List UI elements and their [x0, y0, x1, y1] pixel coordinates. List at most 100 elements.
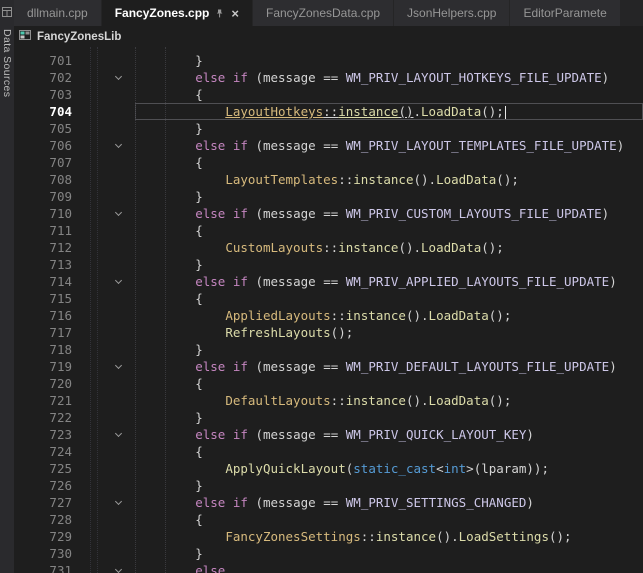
- line-number: 719: [14, 358, 72, 375]
- code-text[interactable]: }: [135, 52, 643, 69]
- code-line[interactable]: 706 else if (message == WM_PRIV_LAYOUT_T…: [14, 137, 643, 154]
- line-number: 704: [14, 103, 72, 120]
- code-text[interactable]: CustomLayouts::instance().LoadData();: [135, 239, 643, 256]
- fold-chevron-icon[interactable]: [115, 73, 122, 80]
- code-text[interactable]: DefaultLayouts::instance().LoadData();: [135, 392, 643, 409]
- code-text[interactable]: LayoutHotkeys::instance().LoadData();: [135, 103, 643, 120]
- data-sources-icon: [2, 4, 12, 22]
- fold-margin: [72, 103, 135, 120]
- code-text[interactable]: }: [135, 188, 643, 205]
- fold-chevron-icon[interactable]: [115, 498, 122, 505]
- code-line[interactable]: 711 {: [14, 222, 643, 239]
- code-line[interactable]: 722 }: [14, 409, 643, 426]
- code-line[interactable]: 714 else if (message == WM_PRIV_APPLIED_…: [14, 273, 643, 290]
- code-text[interactable]: {: [135, 443, 643, 460]
- line-number: 708: [14, 171, 72, 188]
- tab-label: FancyZones.cpp: [115, 6, 210, 20]
- code-text[interactable]: {: [135, 154, 643, 171]
- code-line[interactable]: 702 else if (message == WM_PRIV_LAYOUT_H…: [14, 69, 643, 86]
- tab-editorparameters[interactable]: EditorParamete: [510, 0, 620, 26]
- code-text[interactable]: }: [135, 409, 643, 426]
- code-line[interactable]: 718 }: [14, 341, 643, 358]
- tab-fancyzonesdata[interactable]: FancyZonesData.cpp: [253, 0, 394, 26]
- fold-chevron-icon[interactable]: [115, 566, 122, 573]
- code-line[interactable]: 701 }: [14, 52, 643, 69]
- code-text[interactable]: {: [135, 222, 643, 239]
- code-line[interactable]: 730 }: [14, 545, 643, 562]
- code-text[interactable]: {: [135, 375, 643, 392]
- fold-chevron-icon[interactable]: [115, 362, 122, 369]
- code-text[interactable]: {: [135, 511, 643, 528]
- line-number: 720: [14, 375, 72, 392]
- code-line[interactable]: 703 {: [14, 86, 643, 103]
- code-line[interactable]: 731 else: [14, 562, 643, 573]
- line-number: 722: [14, 409, 72, 426]
- code-text[interactable]: else if (message == WM_PRIV_LAYOUT_HOTKE…: [135, 69, 643, 86]
- code-editor[interactable]: 701 }702 else if (message == WM_PRIV_LAY…: [14, 47, 643, 573]
- code-line[interactable]: 715 {: [14, 290, 643, 307]
- code-line[interactable]: 705 }: [14, 120, 643, 137]
- code-text[interactable]: ApplyQuickLayout(static_cast<int>(lparam…: [135, 460, 643, 477]
- code-text[interactable]: }: [135, 341, 643, 358]
- code-line[interactable]: 716 AppliedLayouts::instance().LoadData(…: [14, 307, 643, 324]
- code-line[interactable]: 712 CustomLayouts::instance().LoadData()…: [14, 239, 643, 256]
- code-line[interactable]: 713 }: [14, 256, 643, 273]
- fold-chevron-icon[interactable]: [115, 141, 122, 148]
- code-line[interactable]: 719 else if (message == WM_PRIV_DEFAULT_…: [14, 358, 643, 375]
- line-number: 702: [14, 69, 72, 86]
- code-line[interactable]: 727 else if (message == WM_PRIV_SETTINGS…: [14, 494, 643, 511]
- fold-chevron-icon[interactable]: [115, 430, 122, 437]
- tab-label: dllmain.cpp: [27, 6, 88, 20]
- code-text[interactable]: FancyZonesSettings::instance().LoadSetti…: [135, 528, 643, 545]
- fold-margin: [72, 511, 135, 528]
- fold-margin: [72, 528, 135, 545]
- code-line[interactable]: 717 RefreshLayouts();: [14, 324, 643, 341]
- code-text[interactable]: }: [135, 545, 643, 562]
- line-number: 710: [14, 205, 72, 222]
- fold-chevron-icon[interactable]: [115, 209, 122, 216]
- tab-jsonhelpers[interactable]: JsonHelpers.cpp: [394, 0, 510, 26]
- code-text[interactable]: else if (message == WM_PRIV_QUICK_LAYOUT…: [135, 426, 643, 443]
- code-text[interactable]: RefreshLayouts();: [135, 324, 643, 341]
- code-line[interactable]: 726 }: [14, 477, 643, 494]
- code-text[interactable]: {: [135, 86, 643, 103]
- code-text[interactable]: AppliedLayouts::instance().LoadData();: [135, 307, 643, 324]
- vs-window: Data Sources dllmain.cpp FancyZones.cpp …: [0, 0, 643, 573]
- code-text[interactable]: else if (message == WM_PRIV_DEFAULT_LAYO…: [135, 358, 643, 375]
- code-text[interactable]: else if (message == WM_PRIV_LAYOUT_TEMPL…: [135, 137, 643, 154]
- code-text[interactable]: LayoutTemplates::instance().LoadData();: [135, 171, 643, 188]
- code-line[interactable]: 724 {: [14, 443, 643, 460]
- code-text[interactable]: else if (message == WM_PRIV_CUSTOM_LAYOU…: [135, 205, 643, 222]
- code-line[interactable]: 710 else if (message == WM_PRIV_CUSTOM_L…: [14, 205, 643, 222]
- line-number: 713: [14, 256, 72, 273]
- tab-dllmain[interactable]: dllmain.cpp: [14, 0, 102, 26]
- fold-margin: [72, 545, 135, 562]
- tool-window-tab-data-sources[interactable]: Data Sources: [0, 0, 14, 573]
- close-tab-icon[interactable]: ×: [231, 7, 239, 20]
- code-text[interactable]: else: [135, 562, 643, 573]
- code-line[interactable]: 720 {: [14, 375, 643, 392]
- code-line[interactable]: 721 DefaultLayouts::instance().LoadData(…: [14, 392, 643, 409]
- code-line[interactable]: 723 else if (message == WM_PRIV_QUICK_LA…: [14, 426, 643, 443]
- code-line[interactable]: 729 FancyZonesSettings::instance().LoadS…: [14, 528, 643, 545]
- code-line[interactable]: 707 {: [14, 154, 643, 171]
- code-text[interactable]: else if (message == WM_PRIV_SETTINGS_CHA…: [135, 494, 643, 511]
- code-text[interactable]: {: [135, 290, 643, 307]
- line-number: 714: [14, 273, 72, 290]
- tab-fancyzones[interactable]: FancyZones.cpp ×: [102, 0, 253, 26]
- code-line[interactable]: 725 ApplyQuickLayout(static_cast<int>(lp…: [14, 460, 643, 477]
- code-line[interactable]: 704 LayoutHotkeys::instance().LoadData()…: [14, 103, 643, 120]
- pin-tab-icon[interactable]: [215, 9, 224, 18]
- code-line[interactable]: 728 {: [14, 511, 643, 528]
- line-number: 731: [14, 562, 72, 573]
- code-text[interactable]: }: [135, 477, 643, 494]
- fold-margin: [72, 324, 135, 341]
- code-text[interactable]: }: [135, 120, 643, 137]
- fold-chevron-icon[interactable]: [115, 277, 122, 284]
- code-line[interactable]: 709 }: [14, 188, 643, 205]
- navigation-bar[interactable]: FancyZonesLib: [14, 26, 643, 47]
- code-text[interactable]: else if (message == WM_PRIV_APPLIED_LAYO…: [135, 273, 643, 290]
- project-icon: [19, 29, 31, 44]
- code-line[interactable]: 708 LayoutTemplates::instance().LoadData…: [14, 171, 643, 188]
- code-text[interactable]: }: [135, 256, 643, 273]
